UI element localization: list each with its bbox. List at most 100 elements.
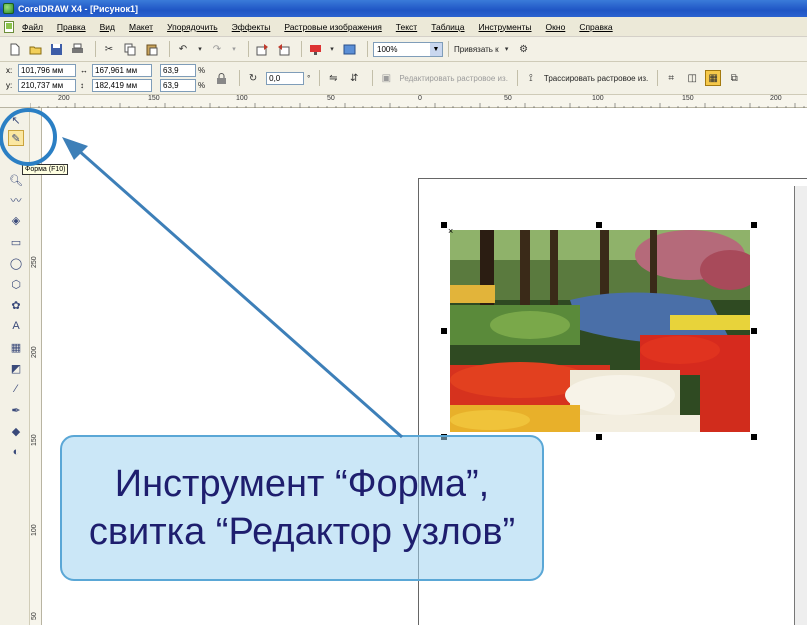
vertical-ruler[interactable]: 250 200 150 100 50 <box>30 108 42 625</box>
copy-icon[interactable] <box>122 41 138 57</box>
outline-tool-icon[interactable]: ✒ <box>8 402 24 418</box>
welcome-screen-icon[interactable] <box>341 41 357 57</box>
snap-dropdown-icon[interactable]: ▾ <box>503 41 511 57</box>
resample-icon[interactable]: ◫ <box>684 70 700 86</box>
menu-file[interactable]: Файл <box>22 22 43 32</box>
edit-bitmap-icon[interactable]: ▣ <box>378 70 394 86</box>
basic-shapes-icon[interactable]: ✿ <box>8 297 24 313</box>
to-front-icon[interactable]: ⧉ <box>726 70 742 86</box>
scale-fields: 63,9 % 63,9 % <box>160 64 209 92</box>
x-position-field[interactable]: 101,796 мм <box>18 64 76 77</box>
menu-tools[interactable]: Инструменты <box>479 22 532 32</box>
edit-bitmap-button[interactable]: Редактировать растровое из. <box>399 74 508 83</box>
position-fields: x: 101,796 мм y: 210,737 мм <box>6 64 76 92</box>
selection-handle[interactable] <box>596 434 602 440</box>
menu-bar: Файл Правка Вид Макет Упорядочить Эффект… <box>0 17 807 37</box>
snap-to-label[interactable]: Привязать к <box>454 45 499 54</box>
paste-icon[interactable] <box>143 41 159 57</box>
scale-y-field[interactable]: 63,9 <box>160 79 196 92</box>
toolbar-separator <box>516 70 518 86</box>
ruler-tick-label: 100 <box>592 95 604 102</box>
table-tool-icon[interactable]: ▦ <box>8 339 24 355</box>
smart-fill-tool-icon[interactable]: ◈ <box>8 212 24 228</box>
ruler-tick-label: 250 <box>31 256 38 268</box>
lock-ratio-icon[interactable] <box>213 70 229 86</box>
redo-icon[interactable]: ↷ <box>209 41 225 57</box>
toolbar-separator <box>367 41 368 57</box>
standard-toolbar: ✂ ↶ ▾ ↷ ▾ ▾ 100% ▼ Привязать к ▾ ⚙ <box>0 37 807 62</box>
application-launcher-icon[interactable] <box>307 41 323 57</box>
mirror-horizontal-icon[interactable]: ⇋ <box>325 70 341 86</box>
open-folder-icon[interactable] <box>27 41 43 57</box>
eyedropper-tool-icon[interactable]: ⁄ <box>8 381 24 397</box>
selection-handle[interactable] <box>441 222 447 228</box>
width-field[interactable]: 167,961 мм <box>92 64 152 77</box>
export-icon[interactable] <box>275 41 291 57</box>
menu-window[interactable]: Окно <box>546 22 566 32</box>
percent-label: % <box>198 66 206 75</box>
trace-bitmap-icon[interactable]: ⟟ <box>523 70 539 86</box>
zoom-level-select[interactable]: 100% ▼ <box>373 41 443 57</box>
rectangle-tool-icon[interactable]: ▭ <box>8 234 24 250</box>
undo-icon[interactable]: ↶ <box>175 41 191 57</box>
fill-tool-icon[interactable]: ◆ <box>8 423 24 439</box>
selection-handle[interactable] <box>751 222 757 228</box>
page-shadow <box>794 186 807 625</box>
coreldraw-app-icon <box>3 3 14 14</box>
ruler-tick-label: 50 <box>31 612 38 620</box>
redo-dropdown-icon[interactable]: ▾ <box>230 41 238 57</box>
wrap-text-icon[interactable]: ▦ <box>705 70 722 86</box>
bitmap-image[interactable] <box>450 230 750 432</box>
menu-edit[interactable]: Правка <box>57 22 86 32</box>
menu-arrange[interactable]: Упорядочить <box>167 22 218 32</box>
ruler-tick-label: 0 <box>418 95 422 102</box>
selection-handle[interactable] <box>441 328 447 334</box>
toolbar-separator <box>248 41 249 57</box>
freehand-tool-icon[interactable]: 〰 <box>8 192 24 208</box>
mirror-vertical-icon[interactable]: ⇵ <box>346 70 362 86</box>
crop-bitmap-icon[interactable]: ⌗ <box>663 70 679 86</box>
menu-effects[interactable]: Эффекты <box>232 22 271 32</box>
rotation-field[interactable]: 0,0 <box>266 71 305 85</box>
selection-handle[interactable] <box>751 434 757 440</box>
ruler-tick-label: 150 <box>148 95 160 102</box>
menu-help[interactable]: Справка <box>579 22 612 32</box>
ruler-tick-label: 200 <box>31 346 38 358</box>
horizontal-ruler[interactable]: 200 150 100 50 0 50 100 150 200 <box>30 95 807 108</box>
launcher-dropdown-icon[interactable]: ▾ <box>328 41 336 57</box>
menu-bitmaps[interactable]: Растровые изображения <box>284 22 381 32</box>
trace-bitmap-button[interactable]: Трассировать растровое из. <box>544 74 648 83</box>
ruler-corner[interactable] <box>0 95 30 108</box>
text-tool-icon[interactable]: A <box>8 318 24 334</box>
import-icon[interactable] <box>254 41 270 57</box>
shape-tool-icon[interactable]: ✎ <box>8 130 24 146</box>
toolbar-separator <box>657 70 659 86</box>
y-position-field[interactable]: 210,737 мм <box>18 79 76 92</box>
pick-tool-icon[interactable]: ↖ <box>8 112 24 128</box>
interactive-fill-icon[interactable]: ◐ <box>8 444 24 460</box>
selection-handle[interactable] <box>751 328 757 334</box>
toolbar-separator <box>169 41 170 57</box>
menu-text[interactable]: Текст <box>396 22 417 32</box>
height-field[interactable]: 182,419 мм <box>92 79 152 92</box>
interactive-tool-icon[interactable]: ◩ <box>8 360 24 376</box>
undo-dropdown-icon[interactable]: ▾ <box>196 41 204 57</box>
options-icon[interactable]: ⚙ <box>516 41 532 57</box>
cut-icon[interactable]: ✂ <box>101 41 117 57</box>
polygon-tool-icon[interactable]: ⬡ <box>8 276 24 292</box>
menu-layout[interactable]: Макет <box>129 22 153 32</box>
selection-handle[interactable] <box>596 222 602 228</box>
chevron-down-icon[interactable]: ▼ <box>430 42 442 56</box>
scale-x-field[interactable]: 63,9 <box>160 64 196 77</box>
ellipse-tool-icon[interactable]: ◯ <box>8 255 24 271</box>
toolbar-separator <box>448 41 449 57</box>
callout-line-1: Инструмент “Форма”, <box>114 463 490 505</box>
percent-label: % <box>198 81 206 90</box>
new-document-icon[interactable] <box>6 41 22 57</box>
menu-table[interactable]: Таблица <box>431 22 464 32</box>
save-icon[interactable] <box>48 41 64 57</box>
document-icon[interactable] <box>4 20 14 33</box>
toolbox: ↖ ✎ 🔍︎ 〰 ◈ ▭ ◯ ⬡ ✿ A ▦ ◩ ⁄ ✒ ◆ ◐ <box>0 108 30 625</box>
print-icon[interactable] <box>69 41 85 57</box>
menu-view[interactable]: Вид <box>100 22 115 32</box>
